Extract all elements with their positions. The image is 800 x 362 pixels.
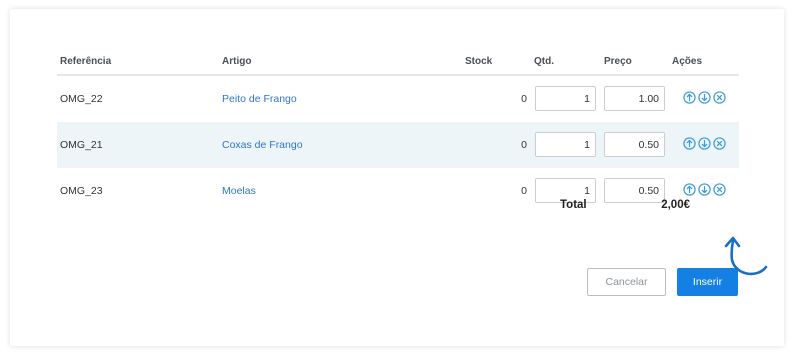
row-stock: 0 bbox=[521, 185, 527, 197]
quantity-input[interactable] bbox=[535, 132, 596, 157]
arrow-down-circle-icon[interactable] bbox=[698, 91, 711, 104]
arrow-up-circle-icon[interactable] bbox=[683, 91, 696, 104]
row-article-link[interactable]: Moelas bbox=[222, 185, 256, 197]
header-article: Artigo bbox=[222, 56, 252, 67]
arrow-down-circle-icon[interactable] bbox=[698, 137, 711, 150]
row-ref: OMG_22 bbox=[60, 93, 103, 105]
price-input[interactable] bbox=[604, 132, 665, 157]
header-actions: Ações bbox=[672, 56, 703, 67]
quantity-input[interactable] bbox=[535, 86, 596, 111]
close-circle-icon[interactable] bbox=[713, 91, 726, 104]
arrow-up-circle-icon[interactable] bbox=[683, 137, 696, 150]
total-value: 2,00€ bbox=[661, 199, 690, 211]
total-label: Total bbox=[560, 199, 587, 211]
header-ref: Referência bbox=[60, 56, 112, 67]
items-table: Referência Artigo Stock Qtd. Preço Ações… bbox=[57, 49, 739, 214]
row-ref: OMG_21 bbox=[60, 139, 103, 151]
table-row: OMG_22 Peito de Frango 0 bbox=[57, 76, 739, 122]
row-actions bbox=[683, 137, 726, 151]
header-price: Preço bbox=[604, 56, 632, 67]
cancel-button[interactable]: Cancelar bbox=[587, 268, 666, 296]
row-actions bbox=[683, 91, 726, 105]
row-actions bbox=[683, 183, 726, 197]
header-stock: Stock bbox=[465, 56, 493, 67]
table-header: Referência Artigo Stock Qtd. Preço Ações bbox=[57, 49, 739, 76]
row-stock: 0 bbox=[521, 139, 527, 151]
table-row: OMG_21 Coxas de Frango 0 bbox=[57, 122, 739, 168]
row-article-link[interactable]: Peito de Frango bbox=[222, 93, 297, 105]
row-ref: OMG_23 bbox=[60, 185, 103, 197]
curved-arrow-icon bbox=[724, 236, 768, 276]
table-row: OMG_23 Moelas 0 bbox=[57, 168, 739, 214]
arrow-up-circle-icon[interactable] bbox=[683, 183, 696, 196]
price-input[interactable] bbox=[604, 86, 665, 111]
close-circle-icon[interactable] bbox=[713, 137, 726, 150]
row-article-link[interactable]: Coxas de Frango bbox=[222, 139, 303, 151]
arrow-down-circle-icon[interactable] bbox=[698, 183, 711, 196]
close-circle-icon[interactable] bbox=[713, 183, 726, 196]
row-stock: 0 bbox=[521, 93, 527, 105]
header-qty: Qtd. bbox=[534, 56, 554, 67]
insert-items-card: Referência Artigo Stock Qtd. Preço Ações… bbox=[10, 9, 784, 346]
